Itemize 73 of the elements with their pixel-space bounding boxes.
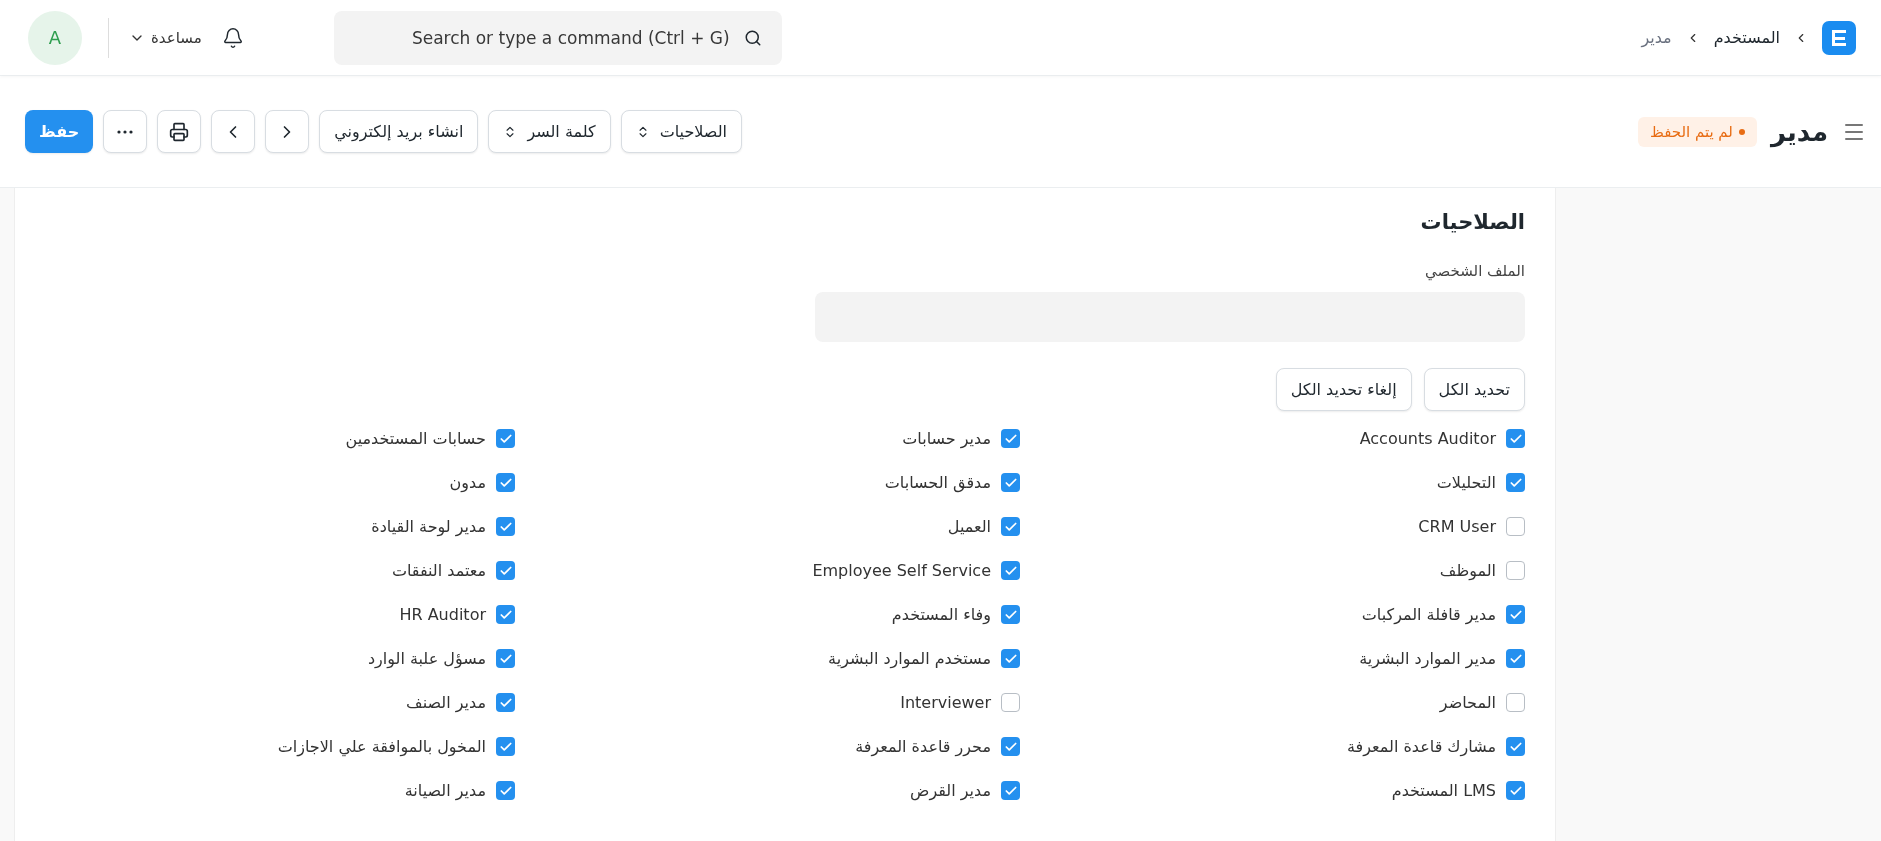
role-label: مدير قافلة المركبات (1361, 605, 1496, 624)
print-button[interactable] (157, 110, 202, 153)
role-label: المخول بالموافقة علي الاجازات (277, 737, 486, 756)
role-label: مدير القرض (910, 781, 991, 800)
checkbox[interactable] (496, 649, 515, 668)
dropdown-button[interactable]: كلمة السر (488, 110, 611, 153)
status-badge: لم يتم الحفظ (1637, 116, 1757, 147)
checkbox[interactable] (1506, 473, 1525, 492)
email-button[interactable]: انشاء بريد إلكتروني (319, 110, 479, 153)
checkbox[interactable] (1506, 517, 1525, 536)
role-label: محرر قاعدة المعرفة (855, 737, 991, 756)
breadcrumb-link[interactable]: مدير (1641, 28, 1672, 47)
checkbox[interactable] (1506, 605, 1525, 624)
checkbox[interactable] (496, 737, 515, 756)
role-label: Employee Self Service (812, 561, 991, 580)
checkbox[interactable] (1506, 429, 1525, 448)
checkbox[interactable] (1001, 517, 1020, 536)
role-label: مستخدم الموارد البشرية (828, 649, 991, 668)
search-icon (743, 28, 762, 47)
role-label: الموظف (1439, 561, 1496, 580)
checkbox[interactable] (1506, 781, 1525, 800)
checkbox[interactable] (1001, 473, 1020, 492)
checkbox[interactable] (496, 781, 515, 800)
breadcrumb-link[interactable]: المستخدم (1713, 28, 1780, 47)
checkbox[interactable] (1001, 781, 1020, 800)
role-label: وفاء المستخدم (891, 605, 991, 624)
role-label: HR Auditor (399, 605, 486, 624)
role-label: العميل (947, 517, 991, 536)
role-label: Accounts Auditor (1359, 429, 1496, 448)
printer-icon (169, 121, 190, 142)
role-label: مدير الصيانة (404, 781, 486, 800)
checkbox[interactable] (1001, 693, 1020, 712)
role-label: مدير حسابات (902, 429, 991, 448)
checkbox[interactable] (1001, 737, 1020, 756)
role-label: LMS المستخدم (1391, 781, 1496, 800)
role-label: معتمد النفقات (391, 561, 486, 580)
checkbox[interactable] (496, 473, 515, 492)
checkbox[interactable] (496, 561, 515, 580)
checkbox[interactable] (1001, 649, 1020, 668)
field-label: الملف الشخصي (1425, 262, 1525, 280)
section-title: الصلاحيات (1419, 210, 1525, 234)
dropdown-button[interactable]: الصلاحيات (620, 110, 743, 153)
app-logo[interactable] (1822, 20, 1856, 55)
role-label: CRM User (1418, 517, 1496, 536)
help-dropdown[interactable]: مساعدة (108, 17, 202, 58)
checkbox[interactable] (1001, 429, 1020, 448)
role-label: مدير لوحة القيادة (371, 517, 486, 536)
role-label: التحليلات (1436, 473, 1496, 492)
checkbox[interactable] (1506, 649, 1525, 668)
role-label: مشارك قاعدة المعرفة (1347, 737, 1496, 756)
role-label: Interviewer (900, 693, 991, 712)
checkbox[interactable] (1506, 693, 1525, 712)
search-field[interactable]: Search or type a command (Ctrl + G) (333, 10, 782, 65)
checkbox[interactable] (1506, 561, 1525, 580)
checkbox[interactable] (1001, 561, 1020, 580)
role-label: مدقق الحسابات (884, 473, 991, 492)
role-label: حسابات المستخدمين (345, 429, 486, 448)
role-label: المحاضر (1439, 693, 1496, 712)
page-title: مدير (1770, 116, 1828, 147)
role-label: مدير الصنف (406, 693, 486, 712)
checkbox[interactable] (1506, 737, 1525, 756)
checkbox[interactable] (496, 429, 515, 448)
role-label: مدير الموارد البشرية (1359, 649, 1496, 668)
checkbox[interactable] (1001, 605, 1020, 624)
role-label: مدون (449, 473, 486, 492)
checkbox[interactable] (496, 605, 515, 624)
unselect-all-button[interactable]: إلغاء تحديد الكل (1275, 368, 1412, 411)
select-all-button[interactable]: تحديد الكل (1423, 368, 1525, 411)
role-label: مسؤل علبة الوارد (367, 649, 486, 668)
checkbox[interactable] (496, 693, 515, 712)
notification-bell-icon[interactable] (221, 26, 244, 49)
checkbox[interactable] (496, 517, 515, 536)
more-icon (117, 129, 134, 134)
